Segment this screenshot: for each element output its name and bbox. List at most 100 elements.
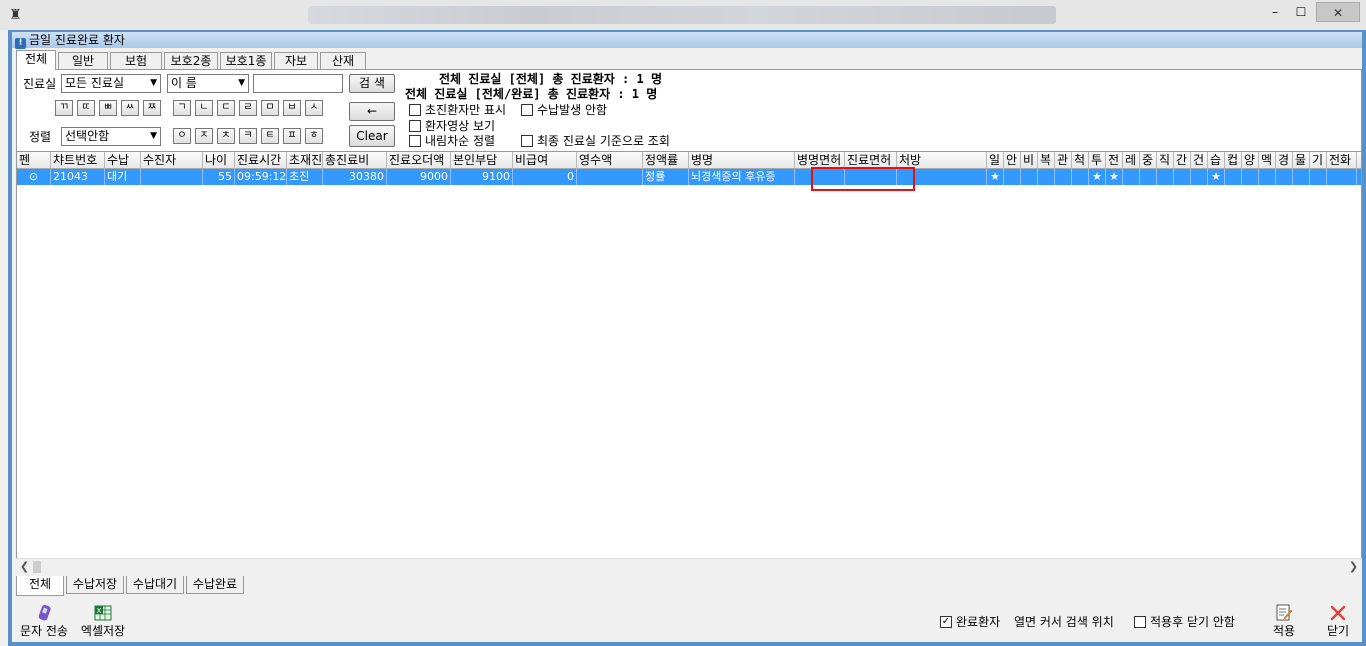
table-cell (1327, 169, 1357, 185)
consonant-key[interactable]: ㅇ (173, 128, 191, 144)
room-select[interactable]: 모든 진료실 ▼ (61, 74, 161, 93)
consonant-key[interactable]: ㅌ (261, 128, 279, 144)
tab-insurance[interactable]: 보험 (110, 52, 162, 69)
consonant-key[interactable]: ㅈ (195, 128, 213, 144)
consonant-key[interactable]: ㅂ (283, 100, 301, 116)
column-header[interactable]: 복 (1038, 152, 1055, 169)
maximize-button[interactable]: ☐ (1288, 2, 1314, 22)
done-patient-checkbox[interactable]: ✓ 완료환자 (940, 615, 1000, 629)
column-header[interactable]: 중 (1140, 152, 1157, 169)
column-header[interactable]: 전 (1106, 152, 1123, 169)
apply-button[interactable]: 적용 (1264, 604, 1304, 638)
minimize-button[interactable]: – (1262, 2, 1288, 22)
column-header[interactable]: 컵 (1225, 152, 1242, 169)
column-header[interactable]: 진료시간 (235, 152, 287, 169)
consonant-key[interactable]: ㄹ (239, 100, 257, 116)
column-header[interactable]: 간 (1174, 152, 1191, 169)
consonant-key[interactable]: ㄴ (195, 100, 213, 116)
column-header[interactable]: 영수액 (577, 152, 643, 169)
column-header[interactable]: 관 (1055, 152, 1072, 169)
column-header[interactable]: 수납 (105, 152, 141, 169)
column-header[interactable]: 전화 (1327, 152, 1357, 169)
tab-all[interactable]: 전체 (16, 50, 56, 70)
column-header[interactable]: 병명 (689, 152, 795, 169)
excel-save-button[interactable]: X 엑셀저장 (74, 604, 132, 638)
sms-button[interactable]: 문자 전송 (16, 604, 72, 638)
scroll-thumb[interactable] (33, 561, 41, 573)
done-patient-label: 완료환자 (956, 615, 1001, 629)
column-header[interactable]: 진료오더액 (387, 152, 451, 169)
final-room-checkbox[interactable]: 최종 진료실 기준으로 조회 (521, 134, 670, 148)
column-header[interactable]: 물 (1293, 152, 1310, 169)
consonant-key[interactable]: ㅃ (99, 100, 117, 116)
tab-general[interactable]: 일반 (58, 52, 108, 69)
patient-image-checkbox[interactable]: 환자영상 보기 (409, 119, 495, 133)
consonant-key[interactable]: ㄸ (77, 100, 95, 116)
desc-sort-checkbox[interactable]: 내림차순 정렬 (409, 134, 495, 148)
column-header[interactable]: 투 (1089, 152, 1106, 169)
column-header[interactable]: 총진료비 (323, 152, 387, 169)
tab-payment-done[interactable]: 수납완료 (186, 576, 244, 594)
table-cell (1004, 169, 1021, 185)
search-input[interactable] (253, 74, 343, 93)
consonant-key[interactable]: ㅁ (261, 100, 279, 116)
table-row[interactable]: ⊙ 21043 대기 55 09:59:12 초진 30380 9000 9100 0 정률 뇌경색증… (17, 169, 1361, 185)
tab-industrial[interactable]: 산재 (320, 52, 366, 69)
column-header[interactable]: 경 (1276, 152, 1293, 169)
no-payment-checkbox[interactable]: 수납발생 안함 (521, 103, 607, 117)
consonant-key[interactable]: ㅊ (217, 128, 235, 144)
consonant-key[interactable]: ㄲ (55, 100, 73, 116)
consonant-key[interactable]: ㅍ (283, 128, 301, 144)
consonant-key[interactable]: ㅎ (305, 128, 323, 144)
name-select[interactable]: 이 름 ▼ (167, 74, 249, 93)
column-header[interactable]: 멕 (1259, 152, 1276, 169)
column-header[interactable]: 일 (987, 152, 1004, 169)
keep-open-checkbox[interactable]: 적용후 닫기 안함 (1134, 615, 1235, 629)
column-header[interactable]: 습 (1208, 152, 1225, 169)
column-header[interactable]: 레 (1123, 152, 1140, 169)
column-header[interactable]: 챠트번호 (51, 152, 105, 169)
column-header[interactable]: 초재진 (287, 152, 323, 169)
search-button[interactable]: 검 색 (349, 74, 395, 93)
first-visit-checkbox[interactable]: 초진환자만 표시 (409, 103, 506, 117)
column-header[interactable]: 나이 (203, 152, 235, 169)
column-header[interactable]: 기 (1310, 152, 1327, 169)
tab-protect1[interactable]: 보호1종 (220, 52, 272, 69)
sort-label: 정렬 (29, 130, 52, 144)
tab-bottom-all[interactable]: 전체 (16, 576, 64, 596)
app-icon: ♜ (9, 7, 22, 23)
column-header[interactable]: 펜 (17, 152, 51, 169)
column-header[interactable]: 비 (1021, 152, 1038, 169)
consonant-key[interactable]: ㅆ (121, 100, 139, 116)
consonant-key[interactable]: ㄱ (173, 100, 191, 116)
column-header[interactable]: 건 (1191, 152, 1208, 169)
consonant-key[interactable]: ㅅ (305, 100, 323, 116)
column-header[interactable]: 수진자 (141, 152, 203, 169)
consonant-key[interactable]: ㅋ (239, 128, 257, 144)
close-window-button[interactable]: ✕ (1316, 2, 1360, 22)
column-header[interactable]: 양 (1242, 152, 1259, 169)
column-header[interactable]: 정액률 (643, 152, 689, 169)
desc-sort-label: 내림차순 정렬 (425, 134, 496, 148)
column-header[interactable]: 척 (1072, 152, 1089, 169)
clear-button[interactable]: Clear (349, 125, 395, 147)
sort-select[interactable]: 선택안함 ▼ (61, 127, 161, 146)
backspace-button[interactable]: ← (349, 102, 395, 121)
consonant-key[interactable]: ㄷ (217, 100, 235, 116)
tab-protect2[interactable]: 보호2종 (164, 52, 218, 69)
horizontal-scrollbar[interactable]: ❮ ❯ (16, 558, 1362, 575)
tab-auto[interactable]: 자보 (274, 52, 318, 69)
checkbox-box (521, 104, 533, 116)
chevron-down-icon: ▼ (238, 78, 245, 88)
scroll-right-icon[interactable]: ❯ (1345, 559, 1362, 575)
column-header[interactable]: 안 (1004, 152, 1021, 169)
tab-payment-saved[interactable]: 수납저장 (66, 576, 124, 594)
column-header[interactable]: 직 (1157, 152, 1174, 169)
scroll-left-icon[interactable]: ❮ (16, 559, 33, 575)
column-header[interactable]: 비급여 (513, 152, 577, 169)
close-button[interactable]: 닫기 (1318, 604, 1358, 638)
patient-image-label: 환자영상 보기 (425, 119, 496, 133)
tab-payment-waiting[interactable]: 수납대기 (126, 576, 184, 594)
column-header[interactable]: 본인부담 (451, 152, 513, 169)
consonant-key[interactable]: ㅉ (143, 100, 161, 116)
